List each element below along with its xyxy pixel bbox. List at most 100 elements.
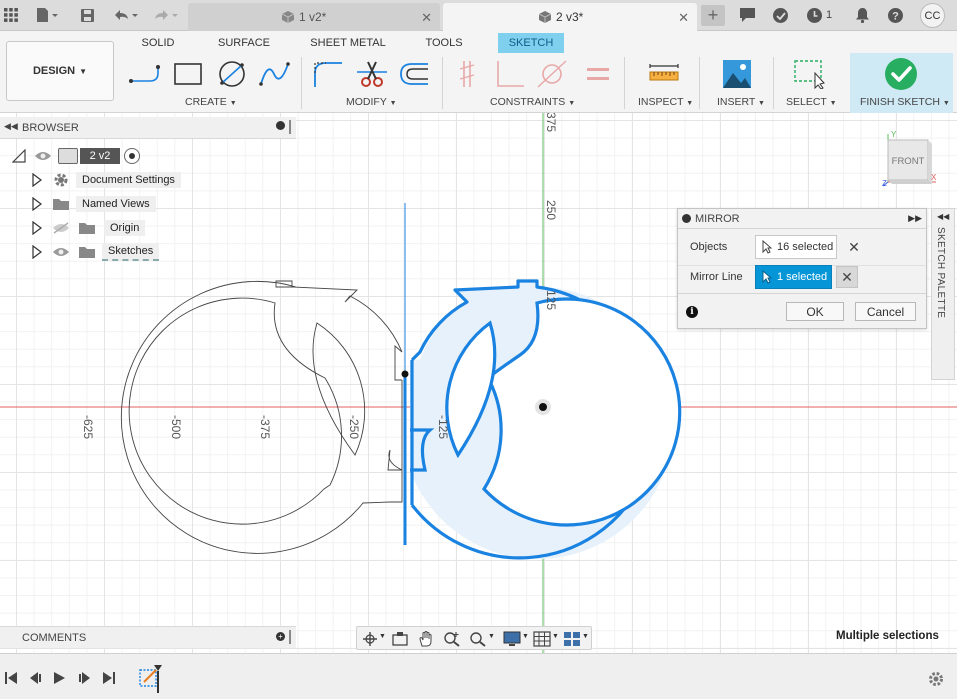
zoom-window-icon[interactable] xyxy=(443,631,461,647)
selection-status: Multiple selections xyxy=(836,630,939,642)
play-icon[interactable] xyxy=(52,671,66,685)
hidden-eye-icon[interactable] xyxy=(52,222,70,234)
cancel-button[interactable]: Cancel xyxy=(855,302,916,321)
line-tool-icon[interactable] xyxy=(128,59,160,89)
bell-icon[interactable] xyxy=(852,6,872,24)
select-menu[interactable]: SELECT ▼ xyxy=(786,96,837,108)
tab-sheet-metal[interactable]: SHEET METAL xyxy=(306,33,390,53)
expand-triangle-icon[interactable] xyxy=(12,149,26,163)
tab-surface[interactable]: SURFACE xyxy=(214,33,274,53)
browser-root-row[interactable]: 2 v2 xyxy=(12,146,140,166)
zoom-fit-icon[interactable] xyxy=(469,631,487,647)
viewports-icon[interactable] xyxy=(563,631,581,647)
close-tab-icon[interactable]: ✕ xyxy=(678,10,689,26)
undo-icon[interactable] xyxy=(110,6,140,24)
browser-item-label: Origin xyxy=(104,220,146,236)
create-menu[interactable]: CREATE ▼ xyxy=(185,96,237,108)
offset-tool-icon[interactable] xyxy=(398,59,430,89)
orbit-icon[interactable] xyxy=(361,631,379,647)
objects-selection[interactable]: 16 selected xyxy=(755,235,837,259)
trim-scissors-icon[interactable] xyxy=(356,59,388,89)
grid-settings-icon[interactable] xyxy=(533,631,551,647)
visibility-eye-icon[interactable] xyxy=(34,150,52,162)
go-to-start-icon[interactable] xyxy=(4,671,18,685)
finish-sketch-menu[interactable]: FINISH SKETCH ▼ xyxy=(860,96,950,108)
gear-icon xyxy=(54,173,68,187)
constraints-menu[interactable]: CONSTRAINTS ▼ xyxy=(490,96,575,108)
expand-triangle-icon[interactable] xyxy=(32,221,42,235)
expand-triangle-icon[interactable] xyxy=(32,173,42,187)
sketch-palette-tab[interactable]: ◀◀ SKETCH PALETTE xyxy=(931,208,955,380)
comment-icon[interactable] xyxy=(737,6,757,24)
expand-triangle-icon[interactable] xyxy=(32,197,42,211)
tab-solid[interactable]: SOLID xyxy=(138,33,178,53)
sketch-timeline-feature-icon[interactable] xyxy=(138,664,168,694)
circle-tool-icon[interactable] xyxy=(216,59,248,89)
save-icon[interactable] xyxy=(78,6,96,24)
insert-image-icon[interactable] xyxy=(721,59,753,89)
add-comment-icon[interactable]: + xyxy=(276,632,285,641)
look-at-icon[interactable] xyxy=(391,631,409,647)
chevron-down-icon[interactable]: ▼ xyxy=(552,633,559,640)
minimize-panel-icon[interactable] xyxy=(276,121,285,130)
pan-hand-icon[interactable] xyxy=(417,631,435,647)
timeline-settings-gear-icon[interactable] xyxy=(928,671,944,687)
rectangle-tool-icon[interactable] xyxy=(172,59,204,89)
cursor-arrow-icon xyxy=(762,270,772,284)
app-grid-icon[interactable] xyxy=(2,6,20,24)
chevron-down-icon[interactable]: ▼ xyxy=(379,633,386,640)
perpendicular-constraint-icon[interactable] xyxy=(494,59,526,89)
document-tab-1[interactable]: 1 v2* ✕ xyxy=(188,3,440,31)
fillet-tool-icon[interactable] xyxy=(312,59,344,89)
browser-item-origin[interactable]: Origin xyxy=(32,218,146,238)
workspace-switcher[interactable]: DESIGN ▼ xyxy=(6,41,114,101)
collapse-dialog-icon[interactable] xyxy=(682,214,691,223)
tab-tools[interactable]: TOOLS xyxy=(420,33,468,53)
panel-grip[interactable] xyxy=(289,630,291,644)
go-to-end-icon[interactable] xyxy=(102,671,116,685)
browser-item-document-settings[interactable]: Document Settings xyxy=(32,170,181,190)
view-cube[interactable]: FRONT Y X Z xyxy=(880,130,940,190)
job-status-icon[interactable] xyxy=(770,6,790,24)
file-menu-icon[interactable] xyxy=(34,6,60,24)
display-settings-icon[interactable] xyxy=(503,631,521,647)
browser-item-named-views[interactable]: Named Views xyxy=(32,194,156,214)
measure-ruler-icon[interactable] xyxy=(648,59,680,89)
chevron-down-icon[interactable]: ▼ xyxy=(522,633,529,640)
chevron-down-icon[interactable]: ▼ xyxy=(488,633,495,640)
modify-menu[interactable]: MODIFY ▼ xyxy=(346,96,397,108)
step-back-icon[interactable] xyxy=(28,671,42,685)
tangent-constraint-icon[interactable] xyxy=(536,59,568,89)
expand-triangle-icon[interactable] xyxy=(32,245,42,259)
inspect-menu[interactable]: INSPECT ▼ xyxy=(638,96,693,108)
insert-menu[interactable]: INSERT ▼ xyxy=(717,96,765,108)
browser-item-sketches[interactable]: Sketches xyxy=(32,242,160,262)
panel-grip[interactable] xyxy=(289,120,291,134)
step-forward-icon[interactable] xyxy=(78,671,92,685)
root-component-label[interactable]: 2 v2 xyxy=(80,148,120,164)
new-tab-plus-icon[interactable]: + xyxy=(701,5,725,26)
notification-count: 1 xyxy=(825,9,833,21)
help-icon[interactable]: ? xyxy=(885,6,905,24)
ok-button[interactable]: OK xyxy=(786,302,844,321)
document-tab-2[interactable]: 2 v3* ✕ xyxy=(443,3,697,31)
clear-mirror-line-icon[interactable]: ✕ xyxy=(836,266,858,288)
spline-tool-icon[interactable] xyxy=(258,59,290,89)
expand-palette-icon[interactable]: ◀◀ xyxy=(937,212,949,221)
expand-dialog-icon[interactable]: ▶▶ xyxy=(908,213,922,224)
user-avatar[interactable]: CC xyxy=(920,3,945,28)
chevron-down-icon[interactable]: ▼ xyxy=(582,633,589,640)
clear-objects-icon[interactable]: ✕ xyxy=(843,236,865,258)
close-tab-icon[interactable]: ✕ xyxy=(421,10,432,26)
tab-sketch[interactable]: SKETCH xyxy=(498,33,564,53)
clock-notification-icon[interactable]: 1 xyxy=(804,6,834,24)
info-icon[interactable]: i xyxy=(686,306,698,318)
coincident-constraint-icon[interactable] xyxy=(454,59,486,89)
mirror-line-selection[interactable]: 1 selected xyxy=(755,265,832,289)
equal-constraint-icon[interactable] xyxy=(582,59,614,89)
activate-radio-icon[interactable] xyxy=(124,148,140,164)
redo-icon[interactable] xyxy=(150,6,180,24)
select-window-icon[interactable] xyxy=(793,59,825,89)
collapse-panel-icon[interactable]: ◀◀ xyxy=(4,121,18,132)
visibility-eye-icon[interactable] xyxy=(52,246,70,258)
